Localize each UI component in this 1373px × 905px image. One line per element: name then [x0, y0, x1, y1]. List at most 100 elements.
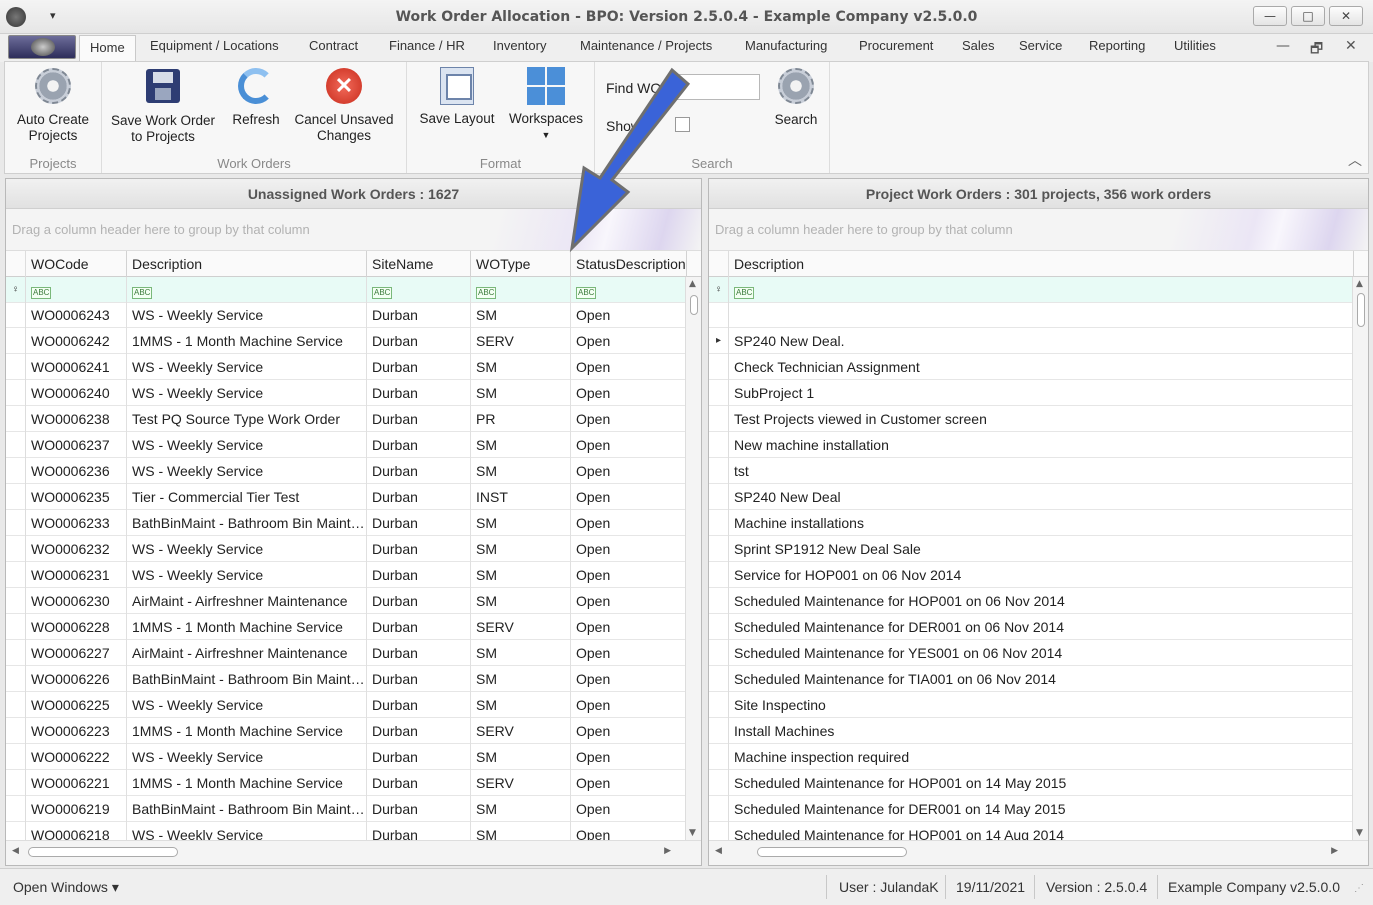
cell-wocode[interactable]: WO0006221: [26, 770, 127, 796]
cell-description[interactable]: 1MMS - 1 Month Machine Service: [127, 770, 367, 796]
row-indicator[interactable]: [709, 380, 729, 406]
cell-description[interactable]: WS - Weekly Service: [127, 302, 367, 328]
column-header-wocode[interactable]: WOCode: [26, 251, 127, 277]
table-row[interactable]: Scheduled Maintenance for HOP001 on 06 N…: [709, 588, 1352, 614]
row-indicator[interactable]: [6, 510, 26, 536]
table-row[interactable]: New machine installation: [709, 432, 1352, 458]
table-row[interactable]: WO0006243 WS - Weekly Service Durban SM Open: [6, 302, 685, 328]
table-row[interactable]: ▸ SP240 New Deal.: [709, 328, 1352, 354]
tab-maintenance-projects[interactable]: Maintenance / Projects: [580, 38, 712, 53]
cell-sitename[interactable]: Durban: [367, 718, 471, 744]
cell-description[interactable]: Check Technician Assignment: [729, 354, 1352, 380]
row-indicator[interactable]: [6, 770, 26, 796]
table-row[interactable]: WO0006225 WS - Weekly Service Durban SM Open: [6, 692, 685, 718]
table-row[interactable]: WO0006237 WS - Weekly Service Durban SM Open: [6, 432, 685, 458]
cell-description[interactable]: WS - Weekly Service: [127, 458, 367, 484]
application-menu-button[interactable]: [8, 35, 76, 59]
cell-wotype[interactable]: PR: [471, 406, 571, 432]
cell-description[interactable]: tst: [729, 458, 1352, 484]
scroll-down-icon[interactable]: ▼: [689, 828, 696, 838]
row-indicator[interactable]: [6, 302, 26, 328]
cell-sitename[interactable]: Durban: [367, 510, 471, 536]
row-indicator[interactable]: [709, 718, 729, 744]
scroll-thumb[interactable]: [757, 847, 907, 857]
row-indicator[interactable]: [6, 458, 26, 484]
cell-description[interactable]: Scheduled Maintenance for YES001 on 06 N…: [729, 640, 1352, 666]
row-indicator[interactable]: [6, 822, 26, 840]
cell-description[interactable]: WS - Weekly Service: [127, 822, 367, 840]
table-row[interactable]: [709, 302, 1352, 328]
table-row[interactable]: Scheduled Maintenance for DER001 on 06 N…: [709, 614, 1352, 640]
cell-sitename[interactable]: Durban: [367, 484, 471, 510]
cell-description[interactable]: Machine installations: [729, 510, 1352, 536]
cell-sitename[interactable]: Durban: [367, 614, 471, 640]
cell-description[interactable]: Scheduled Maintenance for DER001 on 06 N…: [729, 614, 1352, 640]
cell-status[interactable]: Open: [571, 614, 685, 640]
cell-status[interactable]: Open: [571, 666, 685, 692]
cell-wotype[interactable]: SM: [471, 458, 571, 484]
scroll-left-icon[interactable]: ◀: [715, 846, 722, 856]
scroll-right-icon[interactable]: ▶: [1331, 846, 1338, 856]
table-row[interactable]: WO0006219 BathBinMaint - Bathroom Bin Mai…: [6, 796, 685, 822]
workspaces-button[interactable]: Workspaces ▼: [505, 66, 587, 143]
row-indicator[interactable]: [6, 432, 26, 458]
row-indicator[interactable]: [6, 692, 26, 718]
row-indicator[interactable]: [6, 666, 26, 692]
cell-status[interactable]: Open: [571, 692, 685, 718]
mdi-minimize-button[interactable]: —: [1276, 38, 1290, 54]
cell-wotype[interactable]: SM: [471, 302, 571, 328]
table-row[interactable]: WO0006222 WS - Weekly Service Durban SM Open: [6, 744, 685, 770]
table-row[interactable]: WO0006230 AirMaint - Airfreshner Maintena…: [6, 588, 685, 614]
cell-wocode[interactable]: WO0006232: [26, 536, 127, 562]
row-indicator[interactable]: [709, 484, 729, 510]
group-by-area[interactable]: Drag a column header here to group by th…: [6, 209, 701, 251]
column-header-wotype[interactable]: WOType: [471, 251, 571, 277]
cell-sitename[interactable]: Durban: [367, 380, 471, 406]
cell-status[interactable]: Open: [571, 770, 685, 796]
cell-wocode[interactable]: WO0006222: [26, 744, 127, 770]
cell-description[interactable]: AirMaint - Airfreshner Maintenance: [127, 588, 367, 614]
table-row[interactable]: tst: [709, 458, 1352, 484]
row-indicator[interactable]: [709, 302, 729, 328]
left-horizontal-scrollbar[interactable]: ◀ ▶: [6, 840, 701, 865]
column-header-sitename[interactable]: SiteName: [367, 251, 471, 277]
table-row[interactable]: Scheduled Maintenance for DER001 on 14 M…: [709, 796, 1352, 822]
cell-wotype[interactable]: SM: [471, 822, 571, 840]
cell-wotype[interactable]: SM: [471, 640, 571, 666]
cell-wotype[interactable]: SERV: [471, 328, 571, 354]
show-checkbox[interactable]: [675, 117, 690, 132]
cell-description[interactable]: New machine installation: [729, 432, 1352, 458]
row-indicator[interactable]: [709, 666, 729, 692]
table-row[interactable]: Machine inspection required: [709, 744, 1352, 770]
cell-status[interactable]: Open: [571, 718, 685, 744]
cell-wocode[interactable]: WO0006219: [26, 796, 127, 822]
cell-status[interactable]: Open: [571, 588, 685, 614]
cell-wotype[interactable]: SM: [471, 354, 571, 380]
table-row[interactable]: Test Projects viewed in Customer screen: [709, 406, 1352, 432]
row-indicator[interactable]: [6, 536, 26, 562]
cell-description[interactable]: [729, 302, 1352, 328]
cell-description[interactable]: Scheduled Maintenance for HOP001 on 06 N…: [729, 588, 1352, 614]
cell-wocode[interactable]: WO0006236: [26, 458, 127, 484]
cell-sitename[interactable]: Durban: [367, 328, 471, 354]
row-indicator[interactable]: [709, 562, 729, 588]
cell-wotype[interactable]: SM: [471, 744, 571, 770]
cell-sitename[interactable]: Durban: [367, 302, 471, 328]
cell-wotype[interactable]: SM: [471, 588, 571, 614]
cell-description[interactable]: Site Inspectino: [729, 692, 1352, 718]
cell-wotype[interactable]: SM: [471, 380, 571, 406]
collapse-ribbon-icon[interactable]: ︿: [1348, 150, 1362, 170]
table-row[interactable]: WO0006240 WS - Weekly Service Durban SM Open: [6, 380, 685, 406]
row-indicator[interactable]: [709, 588, 729, 614]
right-horizontal-scrollbar[interactable]: ◀ ▶: [709, 840, 1368, 865]
cell-sitename[interactable]: Durban: [367, 822, 471, 840]
tab-home[interactable]: Home: [79, 35, 136, 62]
row-indicator[interactable]: [6, 718, 26, 744]
tab-service[interactable]: Service: [1019, 38, 1062, 53]
cell-sitename[interactable]: Durban: [367, 770, 471, 796]
table-row[interactable]: Scheduled Maintenance for YES001 on 06 N…: [709, 640, 1352, 666]
cell-wocode[interactable]: WO0006228: [26, 614, 127, 640]
cell-status[interactable]: Open: [571, 406, 685, 432]
cell-wocode[interactable]: WO0006235: [26, 484, 127, 510]
tab-contract[interactable]: Contract: [309, 38, 358, 53]
